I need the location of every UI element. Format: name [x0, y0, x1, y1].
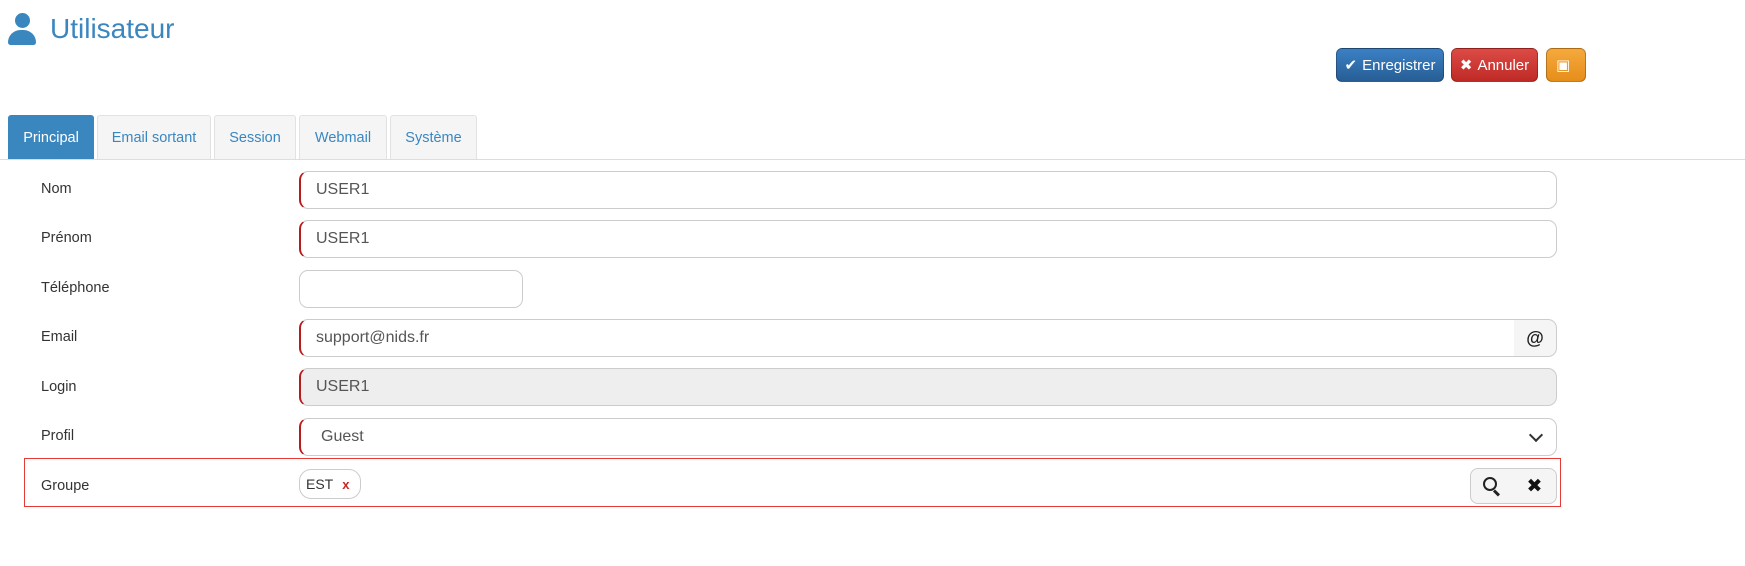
profil-value: Guest — [321, 428, 364, 445]
tab-systeme[interactable]: Système — [390, 115, 477, 159]
remove-tag-button[interactable]: x — [342, 477, 349, 492]
tabs-divider — [0, 159, 1745, 160]
login-label: Login — [41, 379, 77, 395]
tab-webmail[interactable]: Webmail — [299, 115, 387, 159]
groupe-row-highlight — [24, 458, 1561, 507]
user-icon — [8, 13, 36, 45]
email-value: support@nids.fr — [316, 329, 430, 346]
nom-label: Nom — [41, 181, 72, 197]
group-tag-label: EST — [306, 476, 334, 492]
chevron-down-icon — [1528, 427, 1544, 443]
profil-label: Profil — [41, 428, 75, 444]
save-exit-button[interactable]: ▣ — [1546, 48, 1586, 82]
group-clear-button[interactable]: ✖ — [1513, 468, 1557, 504]
tab-email-sortant[interactable]: Email sortant — [97, 115, 211, 159]
save-icon: ▣ — [1556, 57, 1571, 74]
close-icon: ✖ — [1526, 475, 1543, 497]
groupe-label: Groupe — [41, 478, 90, 494]
tab-principal[interactable]: Principal — [8, 115, 94, 159]
login-value: USER1 — [316, 378, 370, 395]
email-at-icon: @ — [1514, 319, 1557, 357]
page-title: Utilisateur — [50, 13, 175, 44]
tab-session[interactable]: Session — [214, 115, 296, 159]
page-header: Utilisateur — [8, 8, 174, 50]
group-tag: EST x — [299, 469, 361, 499]
profil-select[interactable]: Guest — [299, 418, 1557, 456]
save-button[interactable]: ✔ Enregistrer — [1336, 48, 1444, 82]
email-label: Email — [41, 329, 78, 345]
login-field: USER1 — [299, 368, 1557, 406]
check-icon: ✔ — [1344, 57, 1358, 74]
group-search-button[interactable] — [1470, 468, 1514, 504]
nom-value: USER1 — [316, 181, 370, 198]
search-icon — [1483, 477, 1501, 497]
prenom-label: Prénom — [41, 230, 92, 246]
prenom-value: USER1 — [316, 230, 370, 247]
telephone-label: Téléphone — [41, 280, 110, 296]
nom-field[interactable]: USER1 — [299, 171, 1557, 209]
save-button-label: Enregistrer — [1362, 56, 1436, 74]
cancel-button-label: Annuler — [1477, 56, 1530, 74]
email-field[interactable]: support@nids.fr — [299, 319, 1515, 357]
telephone-field[interactable] — [299, 270, 523, 308]
cancel-button[interactable]: ✖ Annuler — [1451, 48, 1538, 82]
prenom-field[interactable]: USER1 — [299, 220, 1557, 258]
close-icon: ✖ — [1459, 57, 1473, 74]
